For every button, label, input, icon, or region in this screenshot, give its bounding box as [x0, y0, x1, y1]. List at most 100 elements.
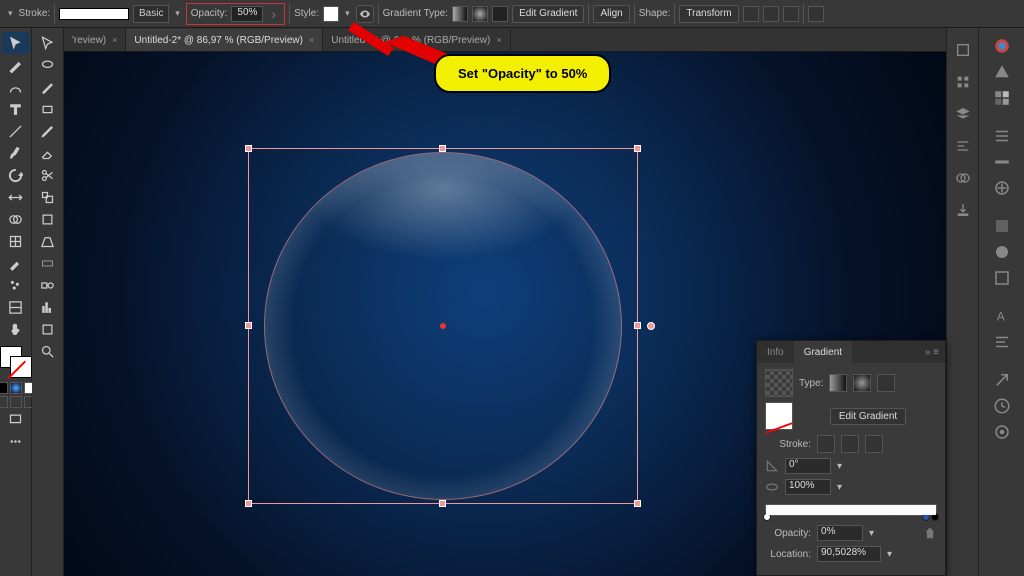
layers-panel-icon[interactable]	[951, 102, 975, 126]
resize-handle[interactable]	[439, 500, 446, 507]
width-tool[interactable]	[2, 186, 30, 208]
stroke-panel-icon[interactable]	[987, 150, 1017, 174]
draw-normal[interactable]	[0, 396, 8, 408]
mesh-tool[interactable]	[2, 230, 30, 252]
stop-location-input[interactable]: 90,5028%	[817, 546, 881, 562]
visibility-toggle[interactable]	[356, 5, 374, 23]
libraries-panel-icon[interactable]	[951, 70, 975, 94]
selection-bounding-box[interactable]	[248, 148, 638, 504]
color-guide-icon[interactable]	[987, 60, 1017, 84]
color-mode-solid[interactable]	[0, 382, 8, 394]
screen-mode-button[interactable]	[2, 408, 30, 430]
gradient-stop[interactable]	[922, 513, 930, 521]
curvature-tool[interactable]	[2, 76, 30, 98]
transform-button[interactable]: Transform	[679, 5, 738, 23]
chevron-down-icon[interactable]: ▾	[887, 549, 892, 560]
paintbrush-tool[interactable]	[2, 142, 30, 164]
align-panel-icon[interactable]	[951, 134, 975, 158]
magic-panel-icon[interactable]	[987, 368, 1017, 392]
stroke-preview[interactable]	[59, 8, 129, 20]
symbols-panel-icon[interactable]	[987, 176, 1017, 200]
opacity-input[interactable]: 50%	[231, 6, 263, 22]
gradient-stop[interactable]	[931, 513, 939, 521]
panel-tab-gradient[interactable]: Gradient	[794, 341, 852, 363]
chevron-down-icon[interactable]: ▾	[6, 8, 15, 19]
gradient-handle[interactable]	[647, 322, 655, 330]
hand-tool[interactable]	[2, 318, 30, 340]
gradient-fill-thumb[interactable]	[765, 369, 793, 397]
paragraph-panel-icon[interactable]	[987, 330, 1017, 354]
type-tool[interactable]	[2, 98, 30, 120]
brushes-panel-icon[interactable]	[987, 124, 1017, 148]
document-tab[interactable]: Untitled-3* @ 6… % (RGB/Preview) ×	[323, 29, 510, 51]
line-tool[interactable]	[2, 120, 30, 142]
properties-panel-icon[interactable]	[951, 38, 975, 62]
align-button[interactable]: Align	[593, 5, 629, 23]
color-panel-icon[interactable]	[987, 34, 1017, 58]
gradient-linear-button[interactable]	[452, 6, 468, 22]
blend-tool[interactable]	[34, 274, 62, 296]
export-panel-icon[interactable]	[951, 198, 975, 222]
character-panel-icon[interactable]: A	[987, 304, 1017, 328]
resize-handle[interactable]	[439, 145, 446, 152]
gradient-type-linear[interactable]	[829, 374, 847, 392]
edit-gradient-button[interactable]: Edit Gradient	[830, 408, 906, 425]
pencil-tool[interactable]	[34, 120, 62, 142]
stroke-apply-along[interactable]	[841, 435, 859, 453]
stroke-swatch[interactable]	[10, 356, 32, 378]
lasso-tool[interactable]	[34, 54, 62, 76]
gradient-stop[interactable]	[763, 513, 771, 521]
panel-collapse-icon[interactable]: » ≡	[919, 347, 945, 358]
delete-stop-icon[interactable]	[923, 526, 937, 540]
extra-option-icon[interactable]	[763, 6, 779, 22]
gradient-stroke-thumb[interactable]	[765, 402, 793, 430]
resize-handle[interactable]	[634, 145, 641, 152]
symbol-sprayer-tool[interactable]	[2, 274, 30, 296]
edit-gradient-button[interactable]: Edit Gradient	[512, 5, 584, 23]
chevron-down-icon[interactable]: ▾	[173, 8, 182, 19]
close-icon[interactable]: ×	[112, 35, 117, 45]
document-tab[interactable]: Untitled-2* @ 86,97 % (RGB/Preview) ×	[126, 29, 323, 51]
selection-tool[interactable]	[2, 32, 30, 54]
fill-stroke-swatches[interactable]	[0, 344, 34, 380]
draw-behind[interactable]	[10, 396, 22, 408]
transparency-panel-icon[interactable]	[987, 214, 1017, 238]
chevron-down-icon[interactable]: ▾	[343, 8, 352, 19]
chevron-down-icon[interactable]: ▾	[837, 461, 842, 472]
shape-builder-tool[interactable]	[2, 208, 30, 230]
resize-handle[interactable]	[634, 322, 641, 329]
gradient-panel[interactable]: Info Gradient » ≡ Type: Edit Gradient St…	[756, 340, 946, 576]
style-swatch[interactable]	[323, 6, 339, 22]
swatches-panel-icon[interactable]	[987, 86, 1017, 110]
scissors-tool[interactable]	[34, 164, 62, 186]
column-graph-tool[interactable]	[34, 296, 62, 318]
edit-toolbar-button[interactable]	[2, 430, 30, 452]
stop-opacity-input[interactable]: 0%	[817, 525, 863, 541]
slice-tool[interactable]	[2, 296, 30, 318]
direct-selection-tool[interactable]	[34, 32, 62, 54]
resize-handle[interactable]	[634, 500, 641, 507]
eraser-tool[interactable]	[34, 142, 62, 164]
color-mode-gradient[interactable]	[10, 382, 22, 394]
pen-tool[interactable]	[34, 76, 62, 98]
graphic-styles-icon[interactable]	[987, 266, 1017, 290]
links-panel-icon[interactable]	[987, 420, 1017, 444]
chevron-down-icon[interactable]: ▾	[869, 528, 874, 539]
resize-handle[interactable]	[245, 500, 252, 507]
stroke-style-dropdown[interactable]: Basic	[133, 5, 169, 23]
artboard-tool[interactable]	[34, 318, 62, 340]
gradient-tool[interactable]	[34, 252, 62, 274]
gradient-type-freeform[interactable]	[877, 374, 895, 392]
appearance-panel-icon[interactable]	[987, 240, 1017, 264]
gradient-type-radial[interactable]	[853, 374, 871, 392]
panel-tab-info[interactable]: Info	[757, 341, 794, 363]
chevron-down-icon[interactable]: ▾	[837, 482, 842, 493]
pathfinder-panel-icon[interactable]	[951, 166, 975, 190]
gradient-freeform-button[interactable]	[492, 6, 508, 22]
scale-tool[interactable]	[34, 186, 62, 208]
resize-handle[interactable]	[245, 322, 252, 329]
gradient-slider[interactable]	[765, 504, 937, 516]
document-tab[interactable]: 'review) ×	[64, 29, 126, 51]
eyedropper-tool[interactable]	[2, 252, 30, 274]
extra-option-icon[interactable]	[743, 6, 759, 22]
